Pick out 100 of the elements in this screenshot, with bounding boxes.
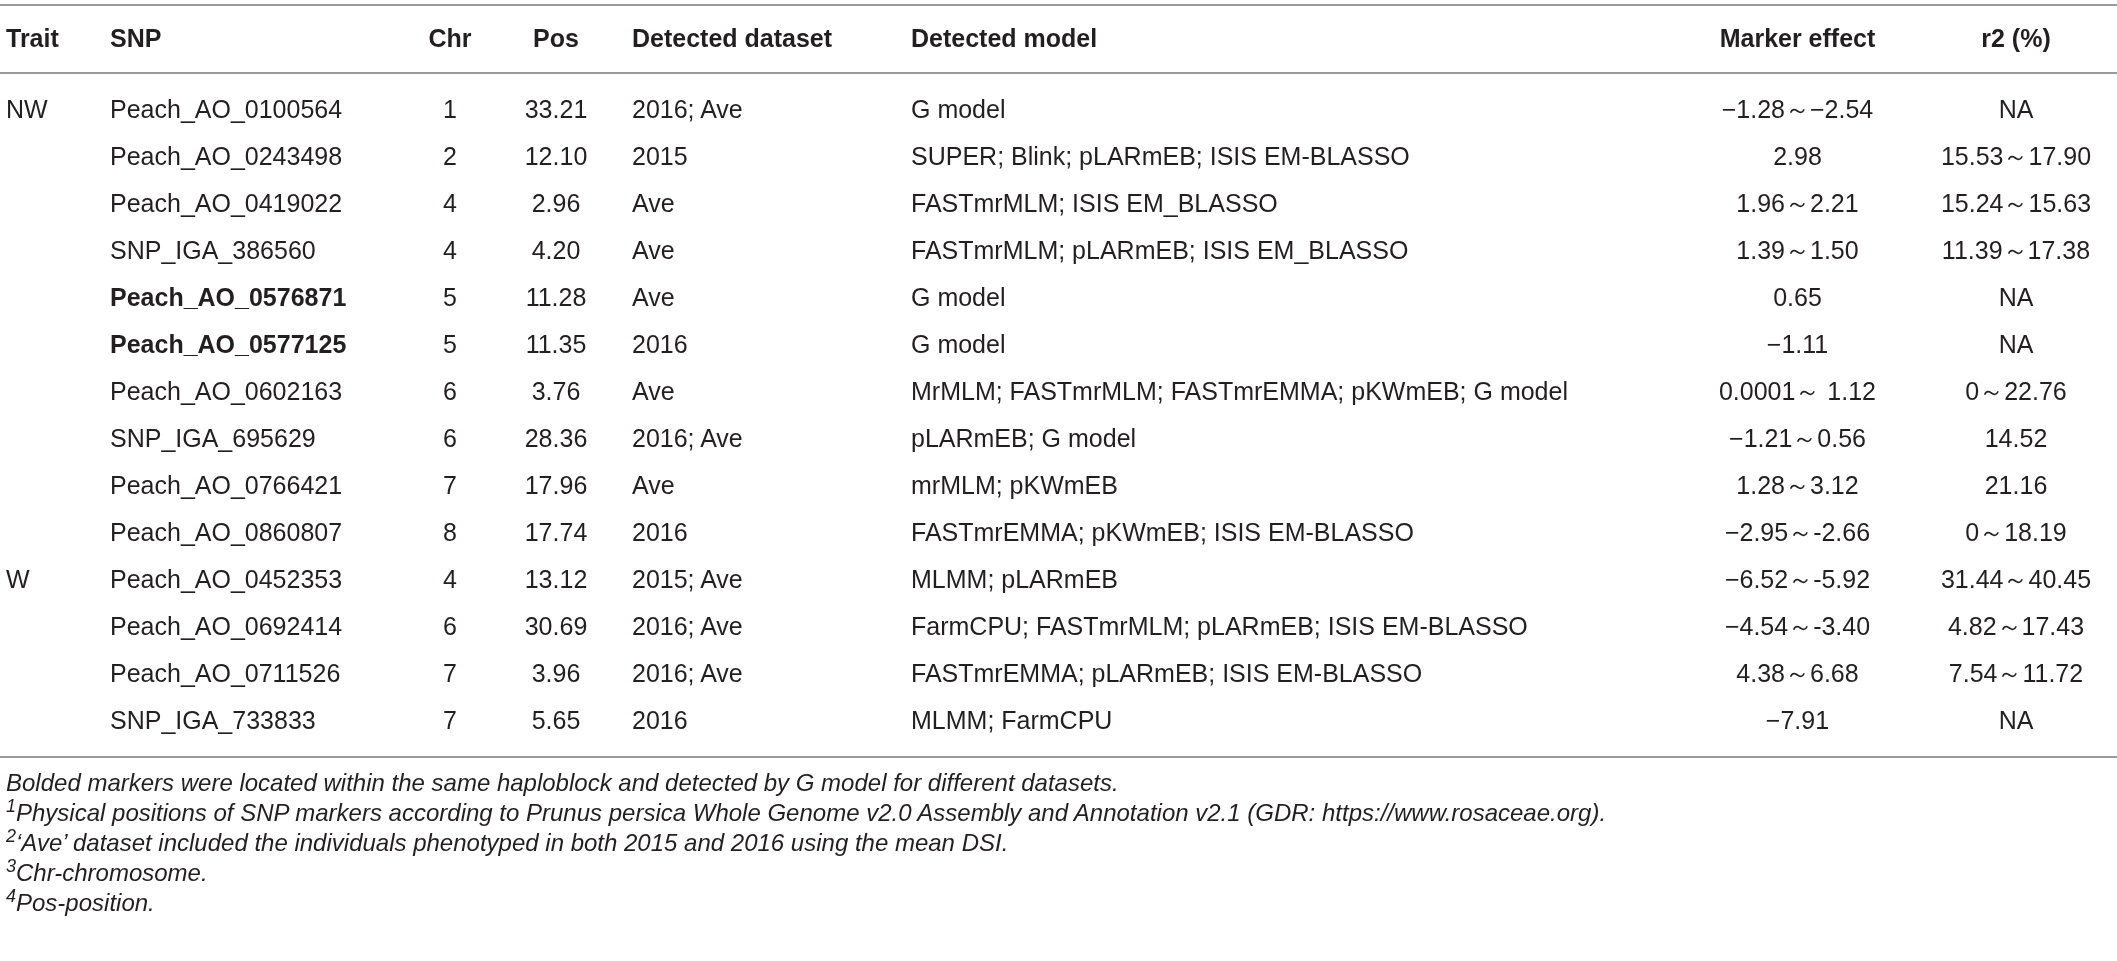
table-cell-text: G model <box>911 281 1007 313</box>
table-cell-text: 2016 <box>632 516 689 548</box>
table-cell-text: NA <box>1997 704 2035 736</box>
table-cell-text: −2.95～-2.66 <box>1723 516 1872 548</box>
table-cell-text: 4.82～17.43 <box>1946 610 2086 642</box>
table-cell-text: FASTmrEMMA; pKWmEB; ISIS EM-BLASSO <box>911 516 1415 548</box>
table-cell-text: 28.36 <box>523 422 589 454</box>
table-cell-text: NA <box>1997 281 2035 313</box>
table-cell-text: Peach_AO_0766421 <box>110 469 344 501</box>
table-cell-text: NA <box>1997 328 2035 360</box>
table-cell-text: 13.12 <box>523 563 589 595</box>
table-cell-text: Peach_AO_0860807 <box>110 516 344 548</box>
table-cell-text: 14.52 <box>1983 422 2049 454</box>
table-cell-text: 7 <box>442 704 458 736</box>
table-cell-text: 5 <box>442 328 458 360</box>
table-cell-text: Peach_AO_0243498 <box>110 140 344 172</box>
table-cell-text: 2016; Ave <box>632 422 744 454</box>
table-cell-text: Peach_AO_0419022 <box>110 187 344 219</box>
table-cell-text: 15.24～15.63 <box>1939 187 2093 219</box>
table-cell-text: 2.98 <box>1772 140 1823 172</box>
table-cell-text: −1.11 <box>1765 328 1830 360</box>
table-cell-text: 4 <box>442 563 458 595</box>
table-cell-text: 2016 <box>632 704 689 736</box>
table-cell-text: 21.16 <box>1983 469 2049 501</box>
table-cell-text: SNP_IGA_386560 <box>110 234 317 266</box>
table-cell-text: 2016 <box>632 328 689 360</box>
table-cell-text: 12.10 <box>523 140 589 172</box>
table-cell-text: Peach_AO_0711526 <box>110 657 342 689</box>
footnote: $^{4}$Pos-position. <box>6 888 156 918</box>
table-cell-text: 15.53～17.90 <box>1939 140 2093 172</box>
table-cell-text: 6 <box>442 375 458 407</box>
table-cell-text: MrMLM; FASTmrMLM; FASTmrEMMA; pKWmEB; G model <box>911 375 1569 407</box>
footnote: $^{1}$Physical positions of SNP markers according to Prunus persica Whole Genome v2.0 Assembly and Annotation v2.1 (GDR: https://www.rosaceae.org). <box>6 798 1608 828</box>
table-cell-text: SNP_IGA_695629 <box>110 422 317 454</box>
table-cell-text: 7 <box>442 657 458 689</box>
table-cell-text: Ave <box>632 469 676 501</box>
table-cell-text: 2016; Ave <box>632 657 744 689</box>
table-cell-text: SNP_IGA_733833 <box>110 704 317 736</box>
column-header: Detected model <box>911 23 1099 55</box>
table-cell-text: MLMM; pLARmEB <box>911 563 1119 595</box>
table-cell-text: Ave <box>632 281 676 313</box>
table-cell-text: −6.52～-5.92 <box>1723 563 1872 595</box>
table-cell-text: G model <box>911 93 1007 125</box>
column-header: Chr <box>427 23 473 55</box>
table-cell-text: 2016; Ave <box>632 93 744 125</box>
table-cell-text: Peach_AO_0452353 <box>110 563 344 595</box>
table-cell-text: pLARmEB; G model <box>911 422 1138 454</box>
column-header: Pos <box>532 23 580 55</box>
table-cell-text: 1.28～3.12 <box>1735 469 1860 501</box>
table-cell-text: 5.65 <box>530 704 582 736</box>
table-cell-text: 4.38～6.68 <box>1735 657 1860 689</box>
table-cell-text: 17.74 <box>523 516 589 548</box>
table-cell-text: Ave <box>632 234 676 266</box>
table-cell-text: SUPER; Blink; pLARmEB; ISIS EM-BLASSO <box>911 140 1411 172</box>
table-cell-text: 2.96 <box>530 187 582 219</box>
column-header: SNP <box>110 23 163 55</box>
table-cell-text: MLMM; FarmCPU <box>911 704 1114 736</box>
footnote: $^{3}$Chr-chromosome. <box>6 858 209 888</box>
table-cell-text: 8 <box>442 516 458 548</box>
table-cell-text: 0～18.19 <box>1964 516 2068 548</box>
column-header: r2 (%) <box>1980 23 2052 55</box>
table-cell-text: 33.21 <box>523 93 589 125</box>
table-cell-text: 3.76 <box>530 375 582 407</box>
table-cell-text: FASTmrMLM; pLARmEB; ISIS EM_BLASSO <box>911 234 1410 266</box>
table-cell-text: Ave <box>632 375 676 407</box>
table-cell-text: −7.91 <box>1764 704 1831 736</box>
table-cell-text: 6 <box>442 422 458 454</box>
table-cell-text: NW <box>5 93 49 125</box>
table-cell-text: 2015 <box>632 140 689 172</box>
table-cell-text: NA <box>1997 93 2035 125</box>
table-cell-text: 1.96～2.21 <box>1735 187 1860 219</box>
table-cell-text: 0.0001～ 1.12 <box>1717 375 1878 407</box>
table-cell-text: 4.20 <box>530 234 582 266</box>
table-cell-text: 7 <box>442 469 458 501</box>
table-cell-text: Ave <box>632 187 676 219</box>
footnote: Bolded markers were located within the same haploblock and detected by G model for different datasets. <box>6 768 1120 798</box>
table-cell-text: −1.21～0.56 <box>1728 422 1867 454</box>
table-cell-text: G model <box>911 328 1007 360</box>
table-cell-text: 0～22.76 <box>1964 375 2068 407</box>
table-cell-text: 11.39～17.38 <box>1940 234 2092 266</box>
table-cell-text: mrMLM; pKWmEB <box>911 469 1119 501</box>
footnote: $^{2}$‘Ave’ dataset included the individuals phenotyped in both 2015 and 2016 using the mean DSI. <box>6 828 1010 858</box>
table-cell-text: 2016; Ave <box>632 610 744 642</box>
table-cell-text: 4 <box>442 234 458 266</box>
table-cell-text: Peach_AO_0577125 <box>110 328 348 360</box>
table-cell-text: Peach_AO_0692414 <box>110 610 344 642</box>
table-cell-text: −1.28～−2.54 <box>1720 93 1875 125</box>
table-cell-text: 7.54～11.72 <box>1947 657 2085 689</box>
column-header: Trait <box>5 23 60 55</box>
table-cell-text: 1 <box>442 93 458 125</box>
table-cell-text: 31.44～40.45 <box>1939 563 2093 595</box>
table-cell-text: 4 <box>442 187 458 219</box>
table-cell-text: FarmCPU; FASTmrMLM; pLARmEB; ISIS EM-BLASSO <box>911 610 1529 642</box>
table-cell-text: 5 <box>442 281 458 313</box>
table-cell-text: 11.28 <box>524 281 588 313</box>
table-cell-text: 11.35 <box>524 328 588 360</box>
table-cell-text: Peach_AO_0100564 <box>110 93 344 125</box>
table-cell-text: FASTmrEMMA; pLARmEB; ISIS EM-BLASSO <box>911 657 1424 689</box>
table-cell-text: 0.65 <box>1772 281 1823 313</box>
table-cell-text: FASTmrMLM; ISIS EM_BLASSO <box>911 187 1279 219</box>
